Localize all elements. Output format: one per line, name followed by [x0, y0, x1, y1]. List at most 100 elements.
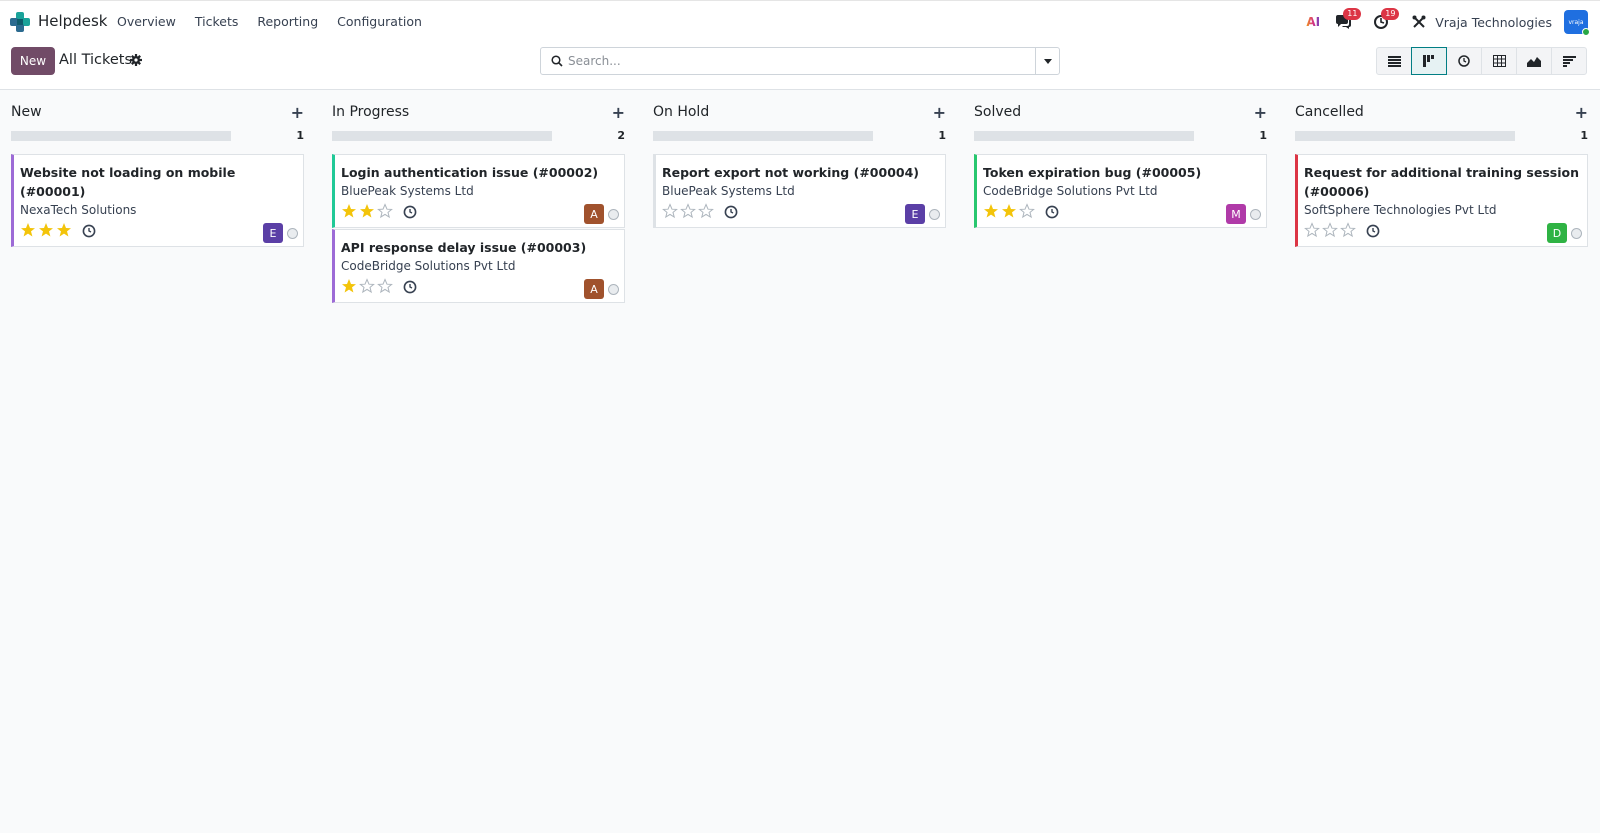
column-progress-bar[interactable]	[11, 131, 231, 141]
helpdesk-app-icon[interactable]	[10, 12, 30, 32]
clock-icon[interactable]	[82, 224, 96, 238]
clock-icon[interactable]	[1045, 205, 1059, 219]
control-panel: New All Tickets	[0, 42, 1600, 90]
kanban-view-button[interactable]	[1411, 47, 1447, 75]
priority-stars	[1304, 222, 1356, 238]
column-count: 1	[1259, 129, 1267, 142]
clock-icon[interactable]	[1366, 224, 1380, 238]
systray: AI 11 19 Vraja Technologies vraja	[1303, 1, 1600, 43]
graph-view-button[interactable]	[1516, 47, 1552, 75]
priority-star-icon[interactable]	[377, 203, 393, 219]
ticket-customer: NexaTech Solutions	[20, 203, 137, 217]
search-options-toggle[interactable]	[1035, 48, 1059, 74]
column-title[interactable]: Solved	[974, 104, 1021, 120]
assignee-avatar[interactable]: D	[1547, 223, 1567, 243]
ticket-customer: CodeBridge Solutions Pvt Ltd	[983, 184, 1158, 198]
menu-item-tickets[interactable]: Tickets	[195, 14, 239, 29]
clock-icon[interactable]	[403, 280, 417, 294]
clock-icon[interactable]	[724, 205, 738, 219]
kanban-state-dot[interactable]	[608, 209, 619, 220]
messages-icon[interactable]: 11	[1333, 8, 1362, 32]
priority-star-icon[interactable]	[38, 222, 54, 238]
assignee-avatar[interactable]: M	[1226, 204, 1246, 224]
column-progress-bar[interactable]	[1295, 131, 1515, 141]
column-add-button[interactable]: +	[1575, 103, 1588, 122]
activity-view-icon	[1458, 55, 1470, 67]
ticket-title: Request for additional training session …	[1304, 165, 1579, 199]
menu-item-overview[interactable]: Overview	[117, 14, 176, 29]
menu-item-reporting[interactable]: Reporting	[257, 14, 318, 29]
priority-star-icon[interactable]	[1304, 222, 1320, 238]
priority-star-icon[interactable]	[1001, 203, 1017, 219]
column-add-button[interactable]: +	[1254, 103, 1267, 122]
priority-star-icon[interactable]	[680, 203, 696, 219]
column-add-button[interactable]: +	[612, 103, 625, 122]
column-add-button[interactable]: +	[291, 103, 304, 122]
assignee-avatar[interactable]: A	[584, 204, 604, 224]
ticket-title: Website not loading on mobile (#00001)	[20, 165, 236, 199]
column-title[interactable]: In Progress	[332, 104, 409, 120]
kanban-state-dot[interactable]	[287, 228, 298, 239]
column-title[interactable]: Cancelled	[1295, 104, 1364, 120]
main-navbar: Helpdesk Overview Tickets Reporting Conf…	[0, 0, 1600, 42]
priority-star-icon[interactable]	[359, 203, 375, 219]
priority-star-icon[interactable]	[56, 222, 72, 238]
column-add-button[interactable]: +	[933, 103, 946, 122]
tools-icon[interactable]	[1409, 12, 1429, 32]
ticket-card[interactable]: Report export not working (#00004) BluePe…	[653, 154, 946, 228]
new-button[interactable]: New	[11, 47, 55, 75]
ticket-card[interactable]: API response delay issue (#00003) CodeBri…	[332, 229, 625, 303]
ticket-card[interactable]: Token expiration bug (#00005) CodeBridge …	[974, 154, 1267, 228]
app-name[interactable]: Helpdesk	[38, 12, 107, 30]
activities-icon[interactable]: 19	[1371, 8, 1400, 32]
kanban-state-dot[interactable]	[1250, 209, 1261, 220]
list-view-button[interactable]	[1376, 47, 1412, 75]
messages-badge: 11	[1343, 8, 1362, 20]
column-progress-bar[interactable]	[974, 131, 1194, 141]
ticket-customer: BluePeak Systems Ltd	[662, 184, 795, 198]
company-switcher[interactable]: Vraja Technologies	[1435, 15, 1552, 30]
kanban-state-dot[interactable]	[608, 284, 619, 295]
priority-star-icon[interactable]	[698, 203, 714, 219]
column-title[interactable]: New	[11, 104, 42, 120]
priority-star-icon[interactable]	[20, 222, 36, 238]
assignee-avatar[interactable]: E	[905, 204, 925, 224]
priority-star-icon[interactable]	[377, 278, 393, 294]
clock-icon[interactable]	[403, 205, 417, 219]
priority-stars	[983, 203, 1035, 219]
online-status-dot	[1582, 28, 1590, 36]
graph-view-icon	[1527, 56, 1541, 67]
pivot-view-button[interactable]	[1481, 47, 1517, 75]
ticket-footer: A	[335, 275, 624, 302]
column-progress-bar[interactable]	[332, 131, 552, 141]
column-title[interactable]: On Hold	[653, 104, 709, 120]
kanban-state-dot[interactable]	[1571, 228, 1582, 239]
activity-view-button[interactable]	[1446, 47, 1482, 75]
kanban-state-dot[interactable]	[929, 209, 940, 220]
priority-star-icon[interactable]	[1340, 222, 1356, 238]
ticket-card[interactable]: Website not loading on mobile (#00001) Ne…	[11, 154, 304, 247]
column-progress-bar[interactable]	[653, 131, 873, 141]
priority-star-icon[interactable]	[341, 278, 357, 294]
menu-item-configuration[interactable]: Configuration	[337, 14, 422, 29]
user-avatar[interactable]: vraja	[1564, 10, 1590, 36]
priority-star-icon[interactable]	[359, 278, 375, 294]
priority-star-icon[interactable]	[1322, 222, 1338, 238]
gear-icon[interactable]	[130, 54, 142, 66]
search-input[interactable]	[568, 51, 1008, 71]
ticket-customer: CodeBridge Solutions Pvt Ltd	[341, 259, 516, 273]
priority-star-icon[interactable]	[341, 203, 357, 219]
priority-star-icon[interactable]	[983, 203, 999, 219]
caret-down-icon	[1043, 58, 1052, 64]
cohort-view-button[interactable]	[1551, 47, 1587, 75]
priority-stars	[341, 203, 393, 219]
ticket-card[interactable]: Login authentication issue (#00002) BlueP…	[332, 154, 625, 228]
kanban-view-icon	[1423, 55, 1434, 67]
ticket-card[interactable]: Request for additional training session …	[1295, 154, 1588, 247]
ai-icon[interactable]: AI	[1303, 12, 1323, 32]
assignee-avatar[interactable]: A	[584, 279, 604, 299]
priority-star-icon[interactable]	[662, 203, 678, 219]
assignee-avatar[interactable]: E	[263, 223, 283, 243]
ticket-customer: BluePeak Systems Ltd	[341, 184, 474, 198]
priority-star-icon[interactable]	[1019, 203, 1035, 219]
